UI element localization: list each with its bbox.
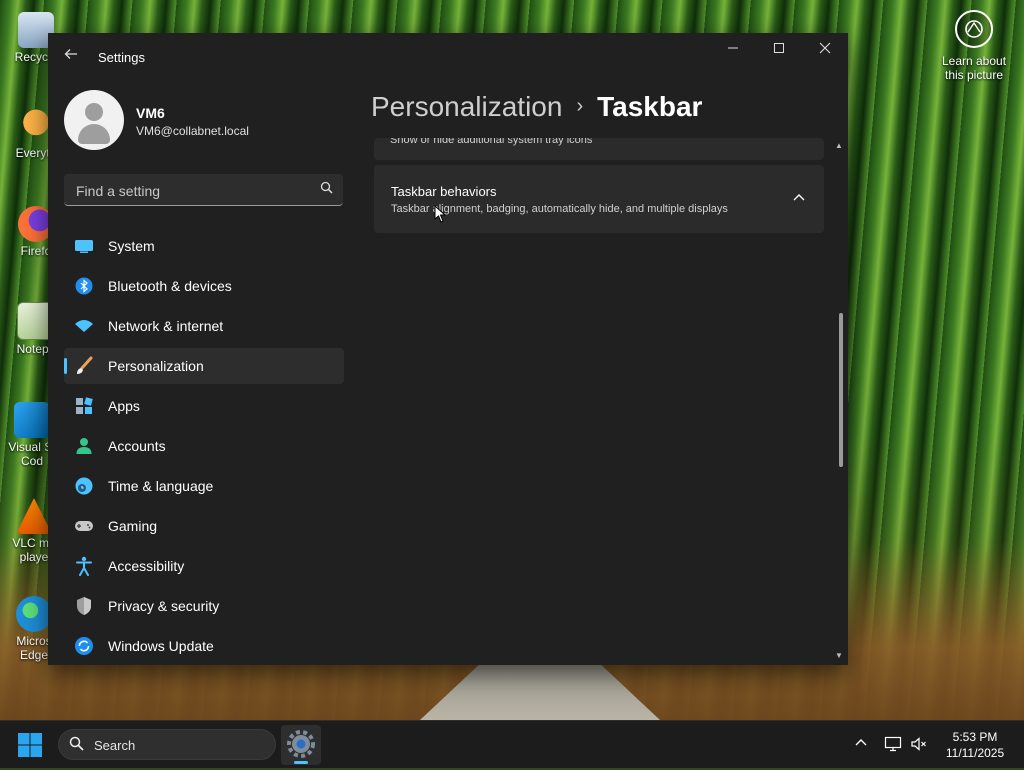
settings-gear-icon <box>287 730 315 758</box>
sidebar-item-time-language[interactable]: Time & language <box>64 468 344 504</box>
sidebar-item-label: Network & internet <box>108 318 224 334</box>
taskbar-search-label: Search <box>94 738 136 753</box>
scroll-up-arrow-icon[interactable]: ▲ <box>834 141 844 151</box>
sidebar-item-bluetooth[interactable]: Bluetooth & devices <box>64 268 344 304</box>
scroll-down-arrow-icon[interactable]: ▼ <box>834 651 844 661</box>
network-icon[interactable] <box>884 735 902 753</box>
sidebar-item-label: Accounts <box>108 438 166 454</box>
sidebar-item-personalization[interactable]: Personalization <box>64 348 344 384</box>
sidebar-item-apps[interactable]: Apps <box>64 388 344 424</box>
camera-icon <box>955 10 993 48</box>
sidebar-item-label: Gaming <box>108 518 158 534</box>
accessibility-icon <box>74 556 94 576</box>
sidebar-item-accessibility[interactable]: Accessibility <box>64 548 344 584</box>
accounts-icon <box>74 436 94 456</box>
sidebar-item-privacy-security[interactable]: Privacy & security <box>64 588 344 624</box>
edge-icon <box>16 596 52 632</box>
clock-date: 11/11/2025 <box>945 746 1005 760</box>
avatar-body <box>78 124 110 144</box>
settings-window: Settings VM6 VM6@collabnet.local System <box>48 33 848 665</box>
sidebar-item-label: System <box>108 238 155 254</box>
avatar <box>64 90 124 150</box>
active-app-indicator <box>294 761 308 764</box>
card-title: Taskbar behaviors <box>391 184 497 199</box>
sidebar-item-gaming[interactable]: Gaming <box>64 508 344 544</box>
system-icon <box>74 236 94 256</box>
sidebar-item-label: Bluetooth & devices <box>108 278 232 294</box>
content-pane: Personalization › Taskbar Show or hide add… <box>371 33 848 665</box>
taskbar-settings-app[interactable] <box>281 725 321 765</box>
learn-about-label: Learn about this picture <box>941 54 1007 82</box>
bluetooth-icon <box>74 276 94 296</box>
card-description: Show or hide additional system tray icon… <box>390 138 593 146</box>
breadcrumb-separator: › <box>576 95 584 117</box>
back-button[interactable] <box>58 45 84 69</box>
search-box[interactable] <box>64 174 343 207</box>
sidebar-item-label: Personalization <box>108 358 204 374</box>
sidebar-item-label: Apps <box>108 398 140 414</box>
sidebar-item-label: Time & language <box>108 478 214 494</box>
shield-icon <box>74 596 94 616</box>
vscode-icon <box>14 402 50 438</box>
sidebar-nav: System Bluetooth & devices Network & int… <box>64 228 344 668</box>
mouse-cursor-icon <box>434 204 447 228</box>
user-name: VM6 <box>136 105 165 121</box>
gamepad-icon <box>74 516 94 536</box>
show-hidden-icons-chevron-icon[interactable] <box>853 735 869 751</box>
learn-about-picture[interactable]: Learn about this picture <box>934 10 1014 82</box>
sidebar-item-label: Privacy & security <box>108 598 220 614</box>
globe-clock-icon <box>74 476 94 496</box>
user-email: VM6@collabnet.local <box>136 124 249 138</box>
page-title: Taskbar <box>597 91 703 122</box>
brush-icon <box>74 356 94 376</box>
breadcrumb: Personalization › Taskbar <box>371 91 702 123</box>
volume-muted-icon[interactable] <box>910 735 928 753</box>
start-button[interactable] <box>16 731 44 759</box>
windows-logo-icon <box>18 733 42 757</box>
chevron-up-icon[interactable] <box>790 189 808 207</box>
sidebar-item-windows-update[interactable]: Windows Update <box>64 628 344 664</box>
sidebar-item-label: Accessibility <box>108 558 185 574</box>
apps-icon <box>74 396 94 416</box>
wifi-icon <box>74 316 94 336</box>
taskbar-search[interactable]: Search <box>58 729 276 760</box>
sidebar-item-network[interactable]: Network & internet <box>64 308 344 344</box>
search-input[interactable] <box>74 174 308 207</box>
sidebar-item-accounts[interactable]: Accounts <box>64 428 344 464</box>
update-icon <box>74 636 94 656</box>
search-icon[interactable] <box>320 181 333 197</box>
scrollbar-thumb[interactable] <box>839 313 843 467</box>
app-title: Settings <box>98 50 145 65</box>
system-tray-icons-card[interactable]: Show or hide additional system tray icon… <box>374 138 824 160</box>
back-arrow-icon <box>64 49 77 59</box>
system-clock[interactable]: 5:53 PM 11/11/2025 <box>936 729 1014 761</box>
taskbar: Search 5:53 PM 11/11/2025 <box>0 720 1024 768</box>
clock-time: 5:53 PM <box>952 730 998 744</box>
breadcrumb-parent[interactable]: Personalization <box>371 91 562 122</box>
search-icon <box>69 736 84 754</box>
sidebar-item-system[interactable]: System <box>64 228 344 264</box>
avatar-head <box>85 103 103 121</box>
sidebar-item-label: Windows Update <box>108 638 214 654</box>
vlc-icon <box>16 498 52 534</box>
